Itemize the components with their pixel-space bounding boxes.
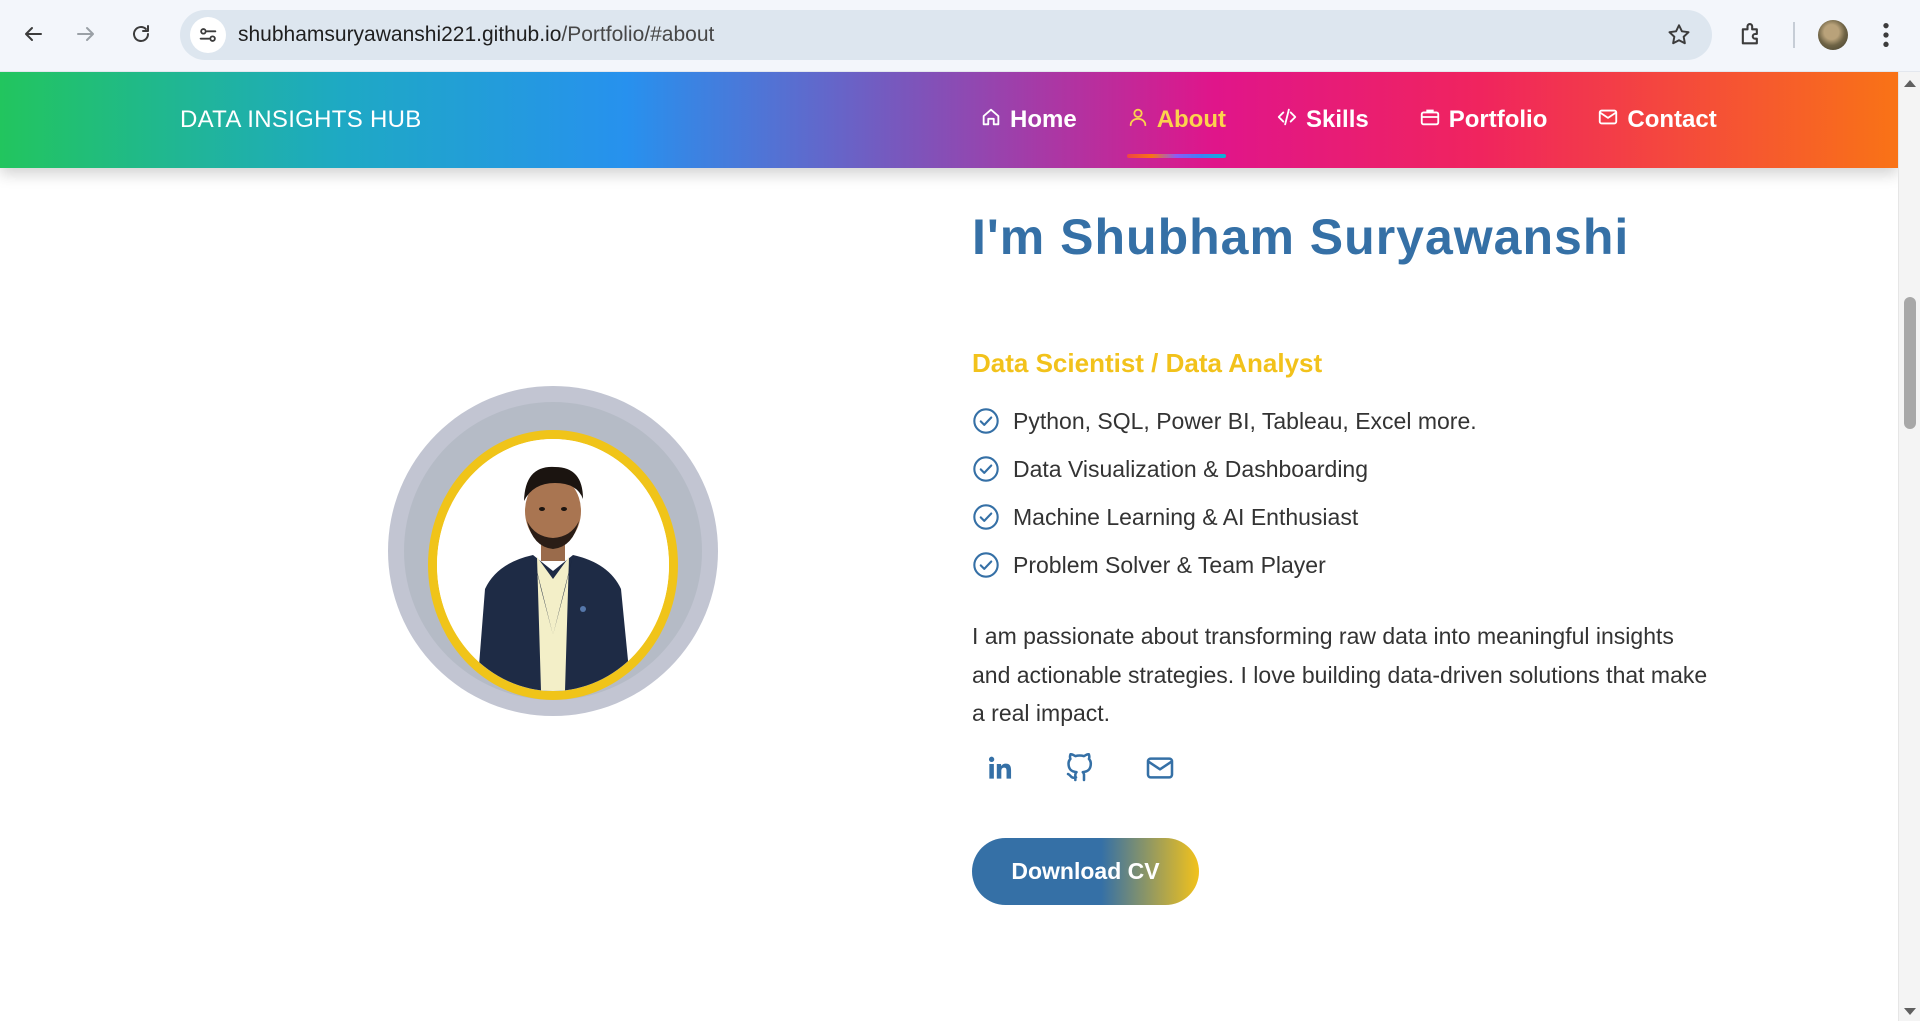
bookmark-star-icon[interactable] [1666, 22, 1692, 48]
scroll-down-arrow-icon[interactable] [1904, 1008, 1916, 1015]
nav-portfolio[interactable]: Portfolio [1419, 72, 1548, 168]
email-link[interactable] [1132, 740, 1188, 796]
back-button[interactable] [13, 14, 53, 54]
profile-portrait [437, 439, 669, 691]
social-links [972, 740, 1212, 796]
site-header: DATA INSIGHTS HUB Home About Skills Port… [0, 72, 1898, 168]
reload-button[interactable] [121, 14, 161, 54]
linkedin-icon [988, 756, 1012, 779]
user-icon [1129, 108, 1146, 127]
main-nav: Home About Skills Portfolio Contact [980, 72, 1767, 168]
github-icon [1066, 752, 1093, 782]
check-circle-icon [973, 456, 999, 482]
mail-icon [1599, 109, 1618, 125]
nav-home-label: Home [1010, 106, 1077, 133]
nav-about[interactable]: About [1126, 72, 1227, 168]
list-item: Machine Learning & AI Enthusiast [972, 493, 1477, 541]
nav-contact-label: Contact [1627, 106, 1717, 133]
nav-skills[interactable]: Skills [1276, 72, 1369, 168]
url-host: shubhamsuryawanshi221.github.io [238, 23, 562, 46]
briefcase-icon [1420, 109, 1439, 126]
list-item: Problem Solver & Team Player [972, 541, 1477, 589]
email-icon [1146, 757, 1174, 779]
reload-icon [133, 25, 149, 42]
forward-arrow-icon [77, 27, 94, 41]
back-arrow-icon [25, 27, 42, 41]
home-icon [982, 108, 1000, 126]
skill-text: Problem Solver & Team Player [1013, 551, 1326, 578]
site-info-button[interactable] [190, 17, 226, 53]
profile-avatar[interactable] [1818, 20, 1848, 50]
skill-text: Data Visualization & Dashboarding [1013, 455, 1369, 482]
page-scrollbar[interactable] [1898, 72, 1920, 1021]
linkedin-link[interactable] [972, 740, 1028, 796]
nav-portfolio-label: Portfolio [1448, 106, 1548, 133]
skills-list: Python, SQL, Power BI, Tableau, Excel mo… [972, 397, 1477, 589]
nav-contact[interactable]: Contact [1597, 72, 1717, 168]
site-info-icon [199, 28, 217, 42]
check-circle-icon [973, 552, 999, 578]
more-menu-icon[interactable] [1870, 18, 1902, 52]
nav-home[interactable]: Home [980, 72, 1077, 168]
skill-text: Machine Learning & AI Enthusiast [1013, 503, 1359, 530]
list-item: Data Visualization & Dashboarding [972, 445, 1477, 493]
person-portrait-illustration [437, 439, 669, 691]
list-item: Python, SQL, Power BI, Tableau, Excel mo… [972, 397, 1477, 445]
page-viewport: DATA INSIGHTS HUB Home About Skills Port… [0, 72, 1898, 1021]
download-cv-button[interactable]: Download CV [972, 838, 1199, 905]
skill-text: Python, SQL, Power BI, Tableau, Excel mo… [1013, 407, 1477, 434]
toolbar-divider [1793, 22, 1795, 48]
github-link[interactable] [1052, 740, 1108, 796]
forward-button[interactable] [66, 14, 106, 54]
bio-paragraph: I am passionate about transforming raw d… [972, 623, 1708, 726]
scrollbar-thumb[interactable] [1904, 297, 1916, 429]
check-circle-icon [973, 504, 999, 530]
browser-toolbar: shubhamsuryawanshi221.github.io/Portfoli… [0, 0, 1920, 72]
extensions-icon[interactable] [1737, 20, 1765, 48]
scroll-up-arrow-icon[interactable] [1904, 80, 1916, 87]
check-circle-icon [973, 408, 999, 434]
nav-about-label: About [1156, 106, 1226, 133]
code-icon [1277, 108, 1297, 126]
url-text[interactable]: shubhamsuryawanshi221.github.io/Portfoli… [238, 23, 714, 47]
address-bar[interactable]: shubhamsuryawanshi221.github.io/Portfoli… [180, 10, 1712, 60]
role-subtitle: Data Scientist / Data Analyst [972, 348, 1323, 378]
brand-logo[interactable]: DATA INSIGHTS HUB [180, 106, 422, 134]
url-path: /Portfolio/#about [561, 23, 715, 46]
nav-skills-label: Skills [1306, 106, 1369, 133]
profile-photo [428, 430, 678, 700]
page-title: I'm Shubham Suryawanshi [972, 209, 1630, 265]
